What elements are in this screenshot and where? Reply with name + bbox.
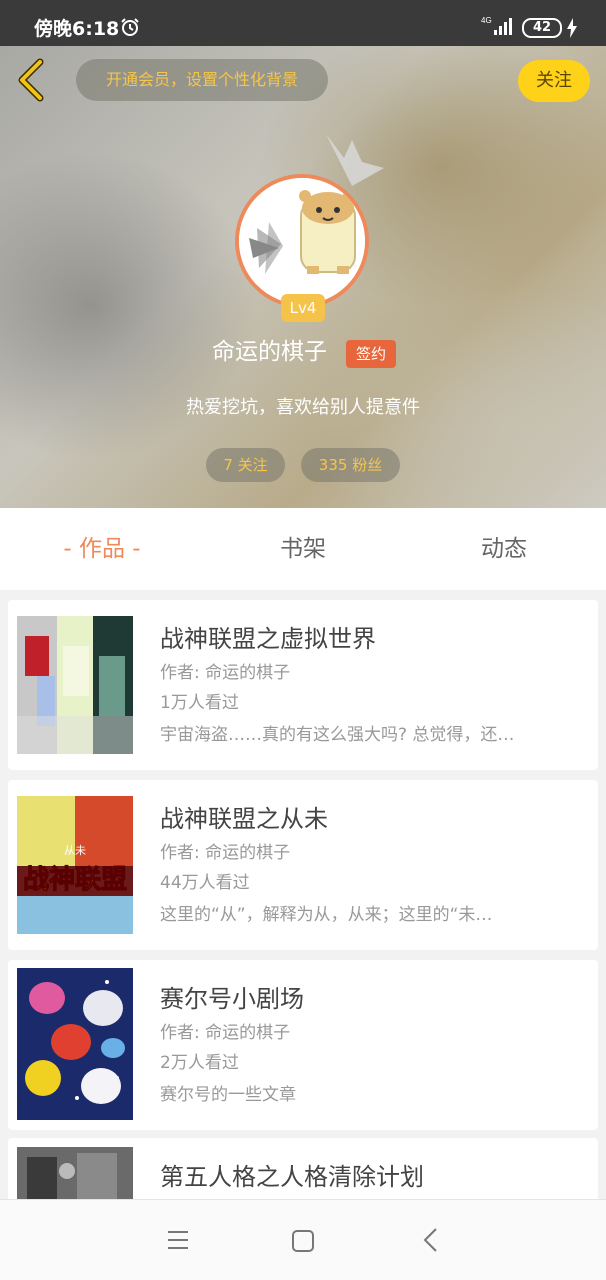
status-time: 傍晚6:18 bbox=[34, 18, 120, 40]
hamster-avatar-image bbox=[239, 178, 365, 304]
alarm-clock-icon bbox=[121, 18, 139, 36]
book-title: 赛尔号小剧场 bbox=[160, 985, 304, 1013]
level-badge: Lv4 bbox=[281, 294, 325, 322]
user-nickname: 命运的棋子 bbox=[212, 339, 327, 365]
book-author: 作者: 命运的棋子 bbox=[160, 1023, 291, 1043]
signed-author-badge: 签约 bbox=[346, 340, 396, 368]
menu-icon[interactable] bbox=[166, 1228, 190, 1252]
book-cover bbox=[17, 616, 133, 754]
profile-header: 开通会员，设置个性化背景 关注 Lv4 命运的棋子 签约 热爱挖坑，喜欢给别人提… bbox=[0, 46, 606, 508]
crown-icon bbox=[326, 134, 384, 186]
book-views: 44万人看过 bbox=[160, 873, 250, 893]
book-views: 1万人看过 bbox=[160, 693, 239, 713]
book-author: 作者: 命运的棋子 bbox=[160, 843, 291, 863]
book-cover bbox=[17, 968, 133, 1120]
avatar[interactable] bbox=[235, 174, 369, 308]
book-card[interactable]: 赛尔号小剧场 作者: 命运的棋子 2万人看过 赛尔号的一些文章 bbox=[8, 960, 598, 1130]
book-description: 宇宙海盗……真的有这么强大吗? 总觉得，还… bbox=[160, 725, 515, 745]
book-description: 赛尔号的一些文章 bbox=[160, 1085, 296, 1105]
battery-indicator: 42 bbox=[522, 18, 562, 38]
book-card[interactable]: 战神联盟之虚拟世界 作者: 命运的棋子 1万人看过 宇宙海盗……真的有这么强大吗… bbox=[8, 600, 598, 770]
profile-tabs: - 作品 - 书架 动态 bbox=[0, 508, 606, 590]
book-title: 战神联盟之从未 bbox=[160, 805, 328, 833]
book-title: 战神联盟之虚拟世界 bbox=[160, 625, 376, 653]
charging-bolt-icon bbox=[567, 18, 577, 38]
back-chevron-icon[interactable] bbox=[14, 58, 48, 102]
book-author: 作者: 命运的棋子 bbox=[160, 663, 291, 683]
book-card[interactable]: 从未 战神联盟 战神联盟之从未 作者: 命运的棋子 44万人看过 这里的“从”，… bbox=[8, 780, 598, 950]
book-cover bbox=[17, 1147, 133, 1199]
book-description: 这里的“从”，解释为从，从来；这里的“未… bbox=[160, 905, 493, 925]
signal-icon: 4G bbox=[481, 16, 512, 35]
svg-text:4G: 4G bbox=[481, 16, 492, 25]
vip-background-prompt[interactable]: 开通会员，设置个性化背景 bbox=[76, 59, 328, 101]
status-bar: 傍晚6:18 4G 42 bbox=[0, 0, 606, 46]
tab-bookshelf[interactable]: 书架 bbox=[203, 532, 403, 566]
svg-text:战神联盟: 战神联盟 bbox=[23, 865, 127, 895]
tab-works[interactable]: - 作品 - bbox=[2, 532, 202, 566]
book-cover: 从未 战神联盟 bbox=[17, 796, 133, 934]
following-count[interactable]: 7 关注 bbox=[206, 448, 285, 482]
tab-moments[interactable]: 动态 bbox=[404, 532, 604, 566]
fans-count[interactable]: 335 粉丝 bbox=[301, 448, 400, 482]
book-views: 2万人看过 bbox=[160, 1053, 239, 1073]
svg-text:从未: 从未 bbox=[64, 844, 86, 857]
user-bio: 热爱挖坑，喜欢给别人提意件 bbox=[186, 397, 420, 418]
book-title: 第五人格之人格清除计划 bbox=[160, 1163, 424, 1191]
home-square-icon[interactable] bbox=[290, 1228, 316, 1254]
book-card[interactable]: 第五人格之人格清除计划 bbox=[8, 1138, 598, 1199]
back-triangle-icon[interactable] bbox=[420, 1226, 442, 1254]
system-nav-bar bbox=[0, 1199, 606, 1280]
follow-button[interactable]: 关注 bbox=[518, 60, 590, 102]
